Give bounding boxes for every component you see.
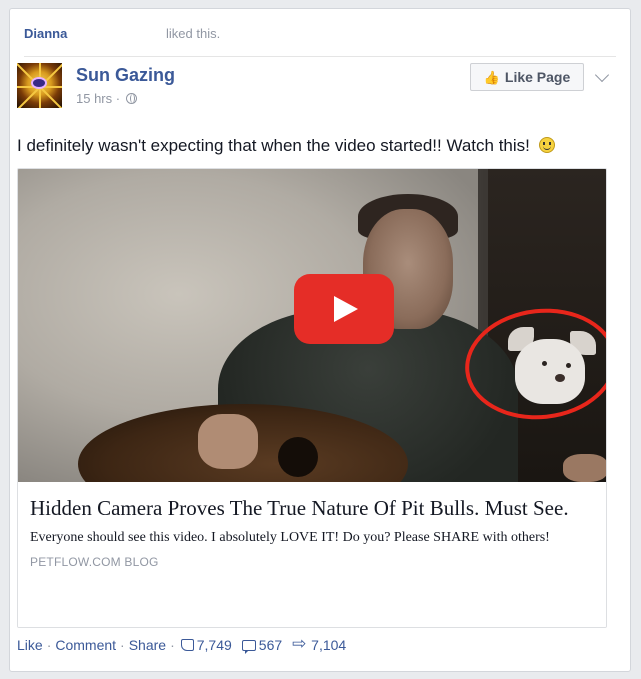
- thumb-icon: 👍: [483, 70, 500, 85]
- comments-count[interactable]: 567: [259, 637, 282, 653]
- like-page-label: Like Page: [504, 69, 571, 85]
- like-page-button[interactable]: 👍 Like Page: [470, 63, 584, 91]
- comment-link[interactable]: Comment: [55, 637, 116, 653]
- likes-count[interactable]: 7,749: [197, 637, 232, 653]
- attachment-description: Everyone should see this video. I absolu…: [30, 530, 550, 545]
- meta-separator: ·: [115, 91, 121, 106]
- post-meta: 15 hrs ·: [76, 91, 137, 106]
- globe-icon[interactable]: [125, 93, 137, 104]
- page-avatar[interactable]: [17, 63, 62, 108]
- smiley-icon: [538, 137, 555, 153]
- footer-separator: ·: [120, 637, 125, 653]
- post-timestamp[interactable]: 15 hrs: [76, 91, 112, 106]
- actor-link[interactable]: Dianna: [24, 26, 67, 41]
- video-thumbnail[interactable]: [18, 169, 606, 482]
- share-link[interactable]: Share: [129, 637, 166, 653]
- play-icon[interactable]: [294, 274, 394, 344]
- story-action-text: liked this.: [166, 26, 221, 41]
- post-message-text: I definitely wasn't expecting that when …: [17, 136, 530, 155]
- page-name-link[interactable]: Sun Gazing: [76, 65, 175, 86]
- like-outline-icon[interactable]: [180, 639, 194, 651]
- like-link[interactable]: Like: [17, 637, 43, 653]
- footer-separator: ·: [170, 637, 175, 653]
- footer-separator: ·: [46, 637, 52, 653]
- attachment-body[interactable]: Hidden Camera Proves The True Nature Of …: [18, 482, 606, 627]
- link-attachment[interactable]: Hidden Camera Proves The True Nature Of …: [17, 168, 607, 628]
- post-footer: Like · Comment · Share · 7,749 567 7,104: [17, 634, 354, 654]
- eye-logo-icon: [31, 77, 47, 89]
- attachment-title[interactable]: Hidden Camera Proves The True Nature Of …: [30, 496, 596, 521]
- shares-count[interactable]: 7,104: [311, 637, 346, 653]
- share-icon[interactable]: [292, 634, 308, 654]
- story-header: Dianna liked this.: [24, 23, 616, 57]
- comment-icon[interactable]: [241, 639, 256, 654]
- post-message: I definitely wasn't expecting that when …: [17, 136, 555, 156]
- attachment-source: PETFLOW.COM BLOG: [30, 555, 159, 569]
